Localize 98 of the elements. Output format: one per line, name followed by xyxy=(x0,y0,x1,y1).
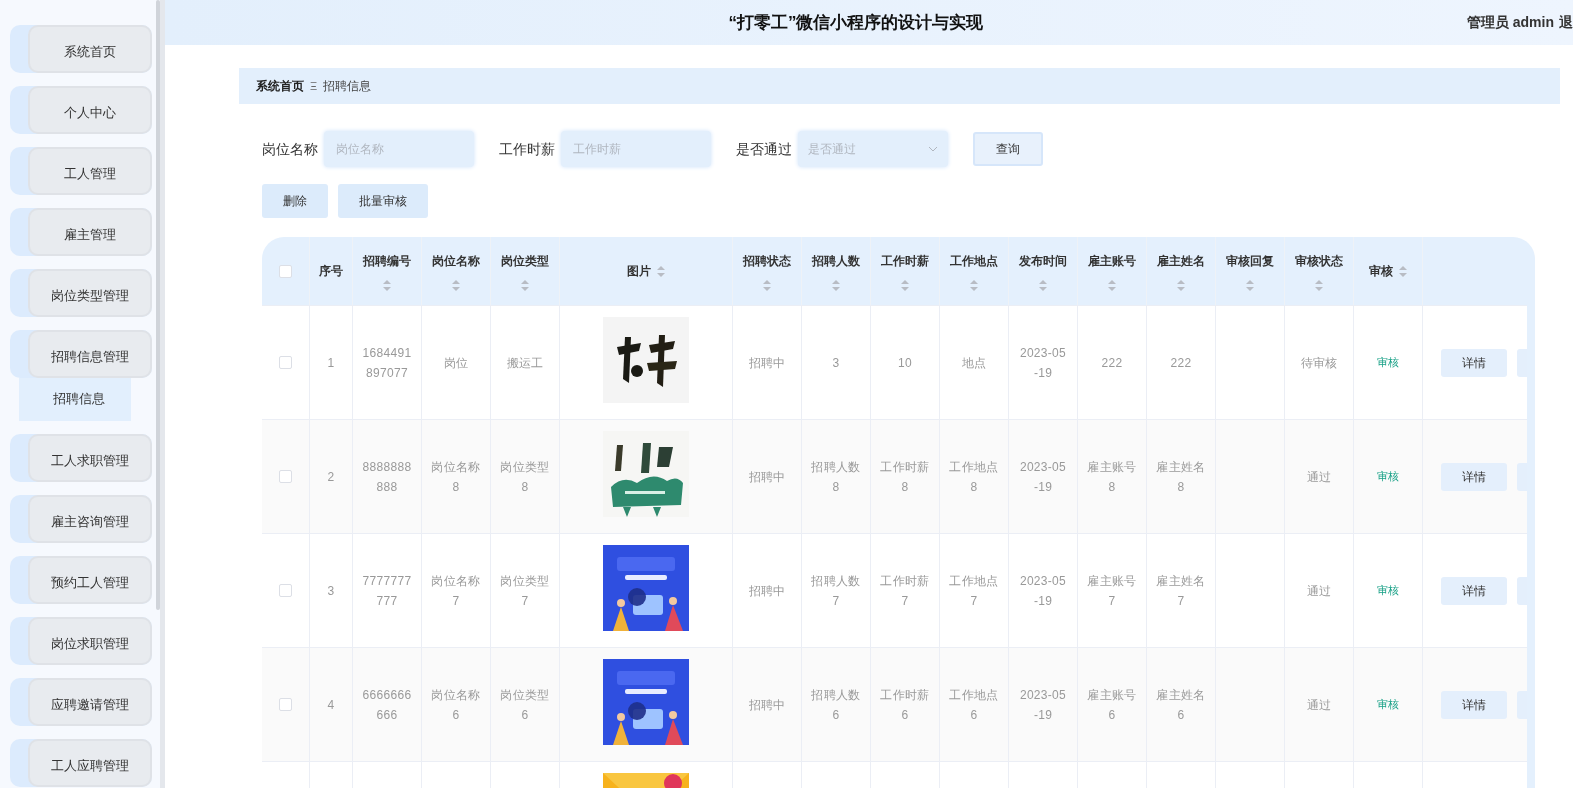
table-cell-text: 通过 xyxy=(1305,582,1333,600)
table-cell-text: 岗位类型7 xyxy=(500,572,550,610)
sort-icon[interactable] xyxy=(832,279,840,291)
table-cell-text: 222 xyxy=(1169,354,1193,372)
sort-icon[interactable] xyxy=(970,279,978,291)
menu-item[interactable]: 工人管理 xyxy=(28,147,152,195)
table-cell-text: 2 xyxy=(326,468,336,486)
table-cell-text: 招聘中 xyxy=(747,468,787,486)
table-cell-text: 雇主账号7 xyxy=(1087,572,1137,610)
table-cell-text: 工作地点7 xyxy=(949,572,999,610)
table-cell-text: 招聘中 xyxy=(747,696,787,714)
table-cell-text: 招聘中 xyxy=(747,354,787,372)
table-cell-text: 地点 xyxy=(960,354,988,372)
toolbar-button[interactable]: 删除 xyxy=(262,184,328,218)
table-cell-text: 岗位 xyxy=(442,354,470,372)
table-cell-text: 3 xyxy=(326,582,336,600)
sort-icon[interactable] xyxy=(1246,279,1254,291)
sort-icon[interactable] xyxy=(901,279,909,291)
table-cell-text: 2023-05-19 xyxy=(1018,458,1068,496)
detail-button[interactable]: 详情 xyxy=(1441,462,1507,491)
menu-item[interactable]: 雇主管理 xyxy=(28,208,152,256)
table-cell-text: 1 xyxy=(326,354,336,372)
sort-icon[interactable] xyxy=(1315,279,1323,291)
table-cell-text: 10 xyxy=(897,354,913,372)
table-cell-text: 招聘人数8 xyxy=(811,458,861,496)
table-cell-text: 2023-05-19 xyxy=(1018,686,1068,724)
detail-button[interactable]: 详情 xyxy=(1441,690,1507,719)
table-cell-text: 雇主账号8 xyxy=(1087,458,1137,496)
menu-item[interactable]: 雇主咨询管理 xyxy=(28,495,152,543)
table-cell-text: 待审核 xyxy=(1299,354,1339,372)
table-cell-text: 岗位类型6 xyxy=(500,686,550,724)
checkbox[interactable] xyxy=(279,698,292,711)
checkbox[interactable] xyxy=(279,356,292,369)
table-cell-text: 岗位名称7 xyxy=(431,572,481,610)
table-cell-text: 搬运工 xyxy=(505,354,545,372)
search-button[interactable]: 查询 xyxy=(973,132,1043,166)
table-cell-text: 工作时薪7 xyxy=(880,572,930,610)
search-field[interactable]: 工作时薪 xyxy=(561,131,711,167)
table-cell-text: 岗位名称6 xyxy=(431,686,481,724)
breadcrumb-separator: Ξ xyxy=(310,78,318,94)
sort-icon[interactable] xyxy=(383,279,391,291)
field-label: 工作时薪 xyxy=(499,139,555,159)
table-cell-text: 通过 xyxy=(1305,696,1333,714)
sort-icon[interactable] xyxy=(1399,265,1407,277)
table-cell-text: 7777777777 xyxy=(362,572,412,610)
checkbox[interactable] xyxy=(279,264,292,278)
sort-icon[interactable] xyxy=(452,279,460,291)
checkbox[interactable] xyxy=(279,470,292,483)
table-cell-text: 2023-05-19 xyxy=(1018,344,1068,382)
menu-item[interactable]: 招聘信息管理 xyxy=(28,330,152,378)
menu-item[interactable]: 工人应聘管理 xyxy=(28,739,152,787)
sort-icon[interactable] xyxy=(657,265,665,277)
menu-item[interactable]: 岗位类型管理 xyxy=(28,269,152,317)
table-cell-text: 岗位名称8 xyxy=(431,458,481,496)
field-label: 是否通过 xyxy=(736,139,792,159)
menu-item[interactable]: 应聘邀请管理 xyxy=(28,678,152,726)
table-cell-text: 3 xyxy=(831,354,841,372)
table-cell-text: 工作时薪6 xyxy=(880,686,930,724)
menu-item[interactable]: 个人中心 xyxy=(28,86,152,134)
checkbox[interactable] xyxy=(279,584,292,597)
detail-button[interactable]: 详情 xyxy=(1441,576,1507,605)
toolbar-button[interactable]: 批量审核 xyxy=(338,184,428,218)
table-cell-text: 8888888888 xyxy=(362,458,412,496)
table-cell-text: 222 xyxy=(1100,354,1124,372)
table-cell-text: 雇主姓名7 xyxy=(1156,572,1206,610)
table-cell-text: 4 xyxy=(326,696,336,714)
detail-button[interactable]: 详情 xyxy=(1441,348,1507,377)
table-cell-text: 招聘人数6 xyxy=(811,686,861,724)
sort-icon[interactable] xyxy=(763,279,771,291)
menu-item[interactable]: 预约工人管理 xyxy=(28,556,152,604)
user-label: 管理员 admin xyxy=(1466,13,1554,32)
table-cell-text: 招聘中 xyxy=(747,582,787,600)
table-cell-text: 通过 xyxy=(1305,468,1333,486)
breadcrumb-item: 招聘信息 xyxy=(323,78,372,95)
sort-icon[interactable] xyxy=(521,279,529,291)
table-cell-text: 工作时薪8 xyxy=(880,458,930,496)
table-cell-text: 雇主账号6 xyxy=(1087,686,1137,724)
logout-link[interactable]: 退 xyxy=(1559,12,1573,33)
menu-item[interactable]: 系统首页 xyxy=(28,25,152,73)
table-cell-text: 雇主姓名6 xyxy=(1156,686,1206,724)
table-cell-text: 2023-05-19 xyxy=(1018,572,1068,610)
field-label: 岗位名称 xyxy=(262,139,318,159)
table-cell-text: 雇主姓名8 xyxy=(1156,458,1206,496)
sort-icon[interactable] xyxy=(1108,279,1116,291)
table-cell-text: 岗位类型8 xyxy=(500,458,550,496)
breadcrumb-item[interactable]: 系统首页 xyxy=(256,77,304,95)
sort-icon[interactable] xyxy=(1177,279,1185,291)
chevron-down-icon xyxy=(928,146,938,152)
table-cell-text: 1684491897077 xyxy=(362,344,412,382)
sort-icon[interactable] xyxy=(1039,279,1047,291)
submenu-item[interactable]: 招聘信息 xyxy=(19,378,131,421)
menu-item[interactable]: 岗位求职管理 xyxy=(28,617,152,665)
table-cell-text: 招聘人数7 xyxy=(811,572,861,610)
menu-item[interactable]: 工人求职管理 xyxy=(28,434,152,482)
app-title: “打零工”微信小程序的设计与实现 xyxy=(728,11,984,34)
table-cell-text: 工作地点8 xyxy=(949,458,999,496)
table-cell-text: 6666666666 xyxy=(362,686,412,724)
table-cell-text: 工作地点6 xyxy=(949,686,999,724)
